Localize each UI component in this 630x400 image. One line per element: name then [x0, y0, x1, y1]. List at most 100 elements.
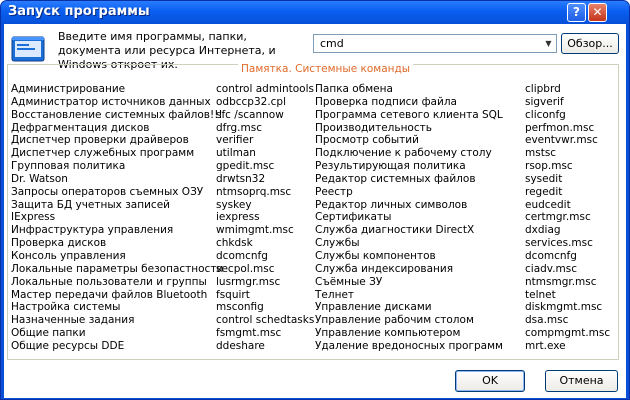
run-dialog: Запуск программы ? ✕ Введите имя програм…	[0, 0, 630, 400]
dialog-body: Введите имя программы, папки, документа …	[4, 24, 626, 398]
memo-entry: certmgr.msc	[525, 211, 591, 224]
memo-entry: Dr. Watson	[11, 172, 68, 185]
memo-entry: Съёмные ЗУ	[315, 275, 383, 288]
memo-entry: services.msc	[525, 237, 593, 250]
memo-entry: Защита БД учетных записей	[11, 198, 170, 211]
memo-entry: Администратор источников данных	[11, 95, 211, 108]
memo-entry: syskey	[216, 198, 252, 211]
memo-column-4: clipbrd sigverif cliconfg perfmon.msc eventv…	[525, 83, 610, 353]
memo-entry: drwtsn32	[216, 172, 266, 185]
memo-entry: Общие ресурсы DDE	[11, 339, 125, 352]
memo-entry: Программа сетевого клиента SQL	[315, 108, 503, 121]
memo-entry: fsmgmt.msc	[216, 327, 282, 340]
memo-entry: ddeshare	[216, 339, 265, 352]
run-app-icon	[11, 36, 45, 62]
memo-entry: Управление дисками	[315, 301, 432, 314]
memo-entry: Общие папки	[11, 327, 86, 340]
memo-entry: secpol.msc	[216, 262, 275, 275]
memo-entry: Подключение к рабочему столу	[315, 147, 492, 160]
browse-button[interactable]: Обзор...	[561, 33, 619, 54]
memo-entry: lusrmgr.msc	[216, 275, 281, 288]
memo-entry: dfrg.msc	[216, 121, 262, 134]
memo-column-3: Папка обмена Проверка подписи файла Програ…	[315, 83, 503, 353]
memo-entry: Управление рабочим столом	[315, 314, 474, 327]
memo-entry: Инфраструктура управления	[11, 224, 174, 237]
help-button[interactable]: ?	[567, 3, 586, 22]
memo-entry: Диспетчер служебных программ	[11, 147, 195, 160]
memo-entry: Локальные параметры безопастности	[11, 262, 224, 275]
memo-entry: ntmsoprq.msc	[216, 185, 292, 198]
memo-entry: Групповая политика	[11, 160, 126, 173]
memo-entry: Служба индексирования	[315, 262, 454, 275]
commands-memo: Памятка. Системные команды Администриров…	[7, 63, 619, 360]
memo-entry: Консоль управления	[11, 249, 126, 262]
memo-entry: sfc /scannow	[216, 108, 284, 121]
memo-entry: Служба диагностики DirectX	[315, 224, 475, 237]
open-combo-value[interactable]: cmd	[320, 37, 344, 50]
memo-entry: eudcedit	[525, 198, 571, 211]
open-combo[interactable]: cmd ▼	[313, 34, 557, 53]
memo-entry: regedit	[525, 185, 563, 198]
memo-entry: dcomcnfg	[525, 249, 577, 262]
memo-entry: sigverif	[525, 95, 564, 108]
memo-entry: sysedit	[525, 172, 563, 185]
memo-entry: Результирующая политика	[315, 160, 466, 173]
memo-entry: Настройка системы	[11, 301, 121, 314]
memo-entry: Администрирование	[11, 83, 126, 95]
memo-entry: Дефрагментация дисков	[11, 121, 150, 134]
memo-entry: perfmon.msc	[525, 121, 595, 134]
memo-entry: chkdsk	[216, 237, 253, 250]
memo-entry: Проверка дисков	[11, 237, 107, 250]
memo-title: Памятка. Системные команды	[238, 63, 414, 75]
memo-entry: Восстановление системных файлов!!!	[11, 108, 223, 121]
memo-entry: rsop.msc	[525, 160, 573, 173]
memo-entry: msconfig	[216, 301, 264, 314]
memo-entry: Мастер передачи файлов Bluetooth	[11, 288, 208, 301]
memo-entry: Сертификаты	[315, 211, 392, 224]
memo-entry: iexpress	[216, 211, 260, 224]
title-bar[interactable]: Запуск программы ? ✕	[1, 1, 629, 24]
memo-entry: ciadv.msc	[525, 262, 577, 275]
memo-entry: control admintools	[216, 83, 314, 95]
memo-entry: wmimgmt.msc	[216, 224, 294, 237]
memo-entry: Реестр	[315, 185, 353, 198]
memo-entry: telnet	[525, 288, 556, 301]
memo-entry: Удаление вредоносных программ	[315, 339, 503, 352]
memo-entry: Производительность	[315, 121, 432, 134]
memo-entry: Диспетчер проверки драйверов	[11, 134, 189, 147]
cancel-button[interactable]: Отмена	[545, 370, 618, 392]
memo-entry: dsa.msc	[525, 314, 569, 327]
memo-entry: gpedit.msc	[216, 160, 275, 173]
memo-entry: fsquirt	[216, 288, 250, 301]
memo-entry: dxdiag	[525, 224, 561, 237]
memo-entry: verifier	[216, 134, 254, 147]
memo-entry: Редактор личных символов	[315, 198, 468, 211]
memo-entry: compmgmt.msc	[525, 327, 611, 340]
memo-entry: Папка обмена	[315, 83, 393, 95]
chevron-down-icon[interactable]: ▼	[543, 37, 554, 50]
memo-entry: mstsc	[525, 147, 557, 160]
memo-entry: odbccp32.cpl	[216, 95, 287, 108]
memo-entry: clipbrd	[525, 83, 561, 95]
memo-entry: Телнет	[315, 288, 355, 301]
memo-column-2: control admintools odbccp32.cpl sfc /scann…	[216, 83, 314, 353]
memo-column-1: Администрирование Администратор источнико…	[11, 83, 223, 353]
memo-entry: utilman	[216, 147, 256, 160]
close-button[interactable]: ✕	[588, 3, 607, 22]
memo-entry: Службы компонентов	[315, 249, 436, 262]
memo-entry: Проверка подписи файла	[315, 95, 457, 108]
memo-entry: cliconfg	[525, 108, 566, 121]
ok-button[interactable]: OK	[455, 370, 525, 392]
memo-entry: Запросы операторов съемных ОЗУ	[11, 185, 204, 198]
memo-entry: eventvwr.msc	[525, 134, 598, 147]
memo-entry: Просмотр событий	[315, 134, 419, 147]
memo-entry: Управление компьютером	[315, 327, 461, 340]
memo-entry: Назначенные задания	[11, 314, 135, 327]
memo-entry: control schedtasks	[216, 314, 315, 327]
memo-entry: IExpress	[11, 211, 56, 224]
memo-entry: dcomcnfg	[216, 249, 268, 262]
memo-entry: mrt.exe	[525, 339, 566, 352]
memo-entry: ntmsmgr.msc	[525, 275, 597, 288]
window-title: Запуск программы	[8, 4, 150, 19]
memo-entry: Локальные пользователи и группы	[11, 275, 207, 288]
